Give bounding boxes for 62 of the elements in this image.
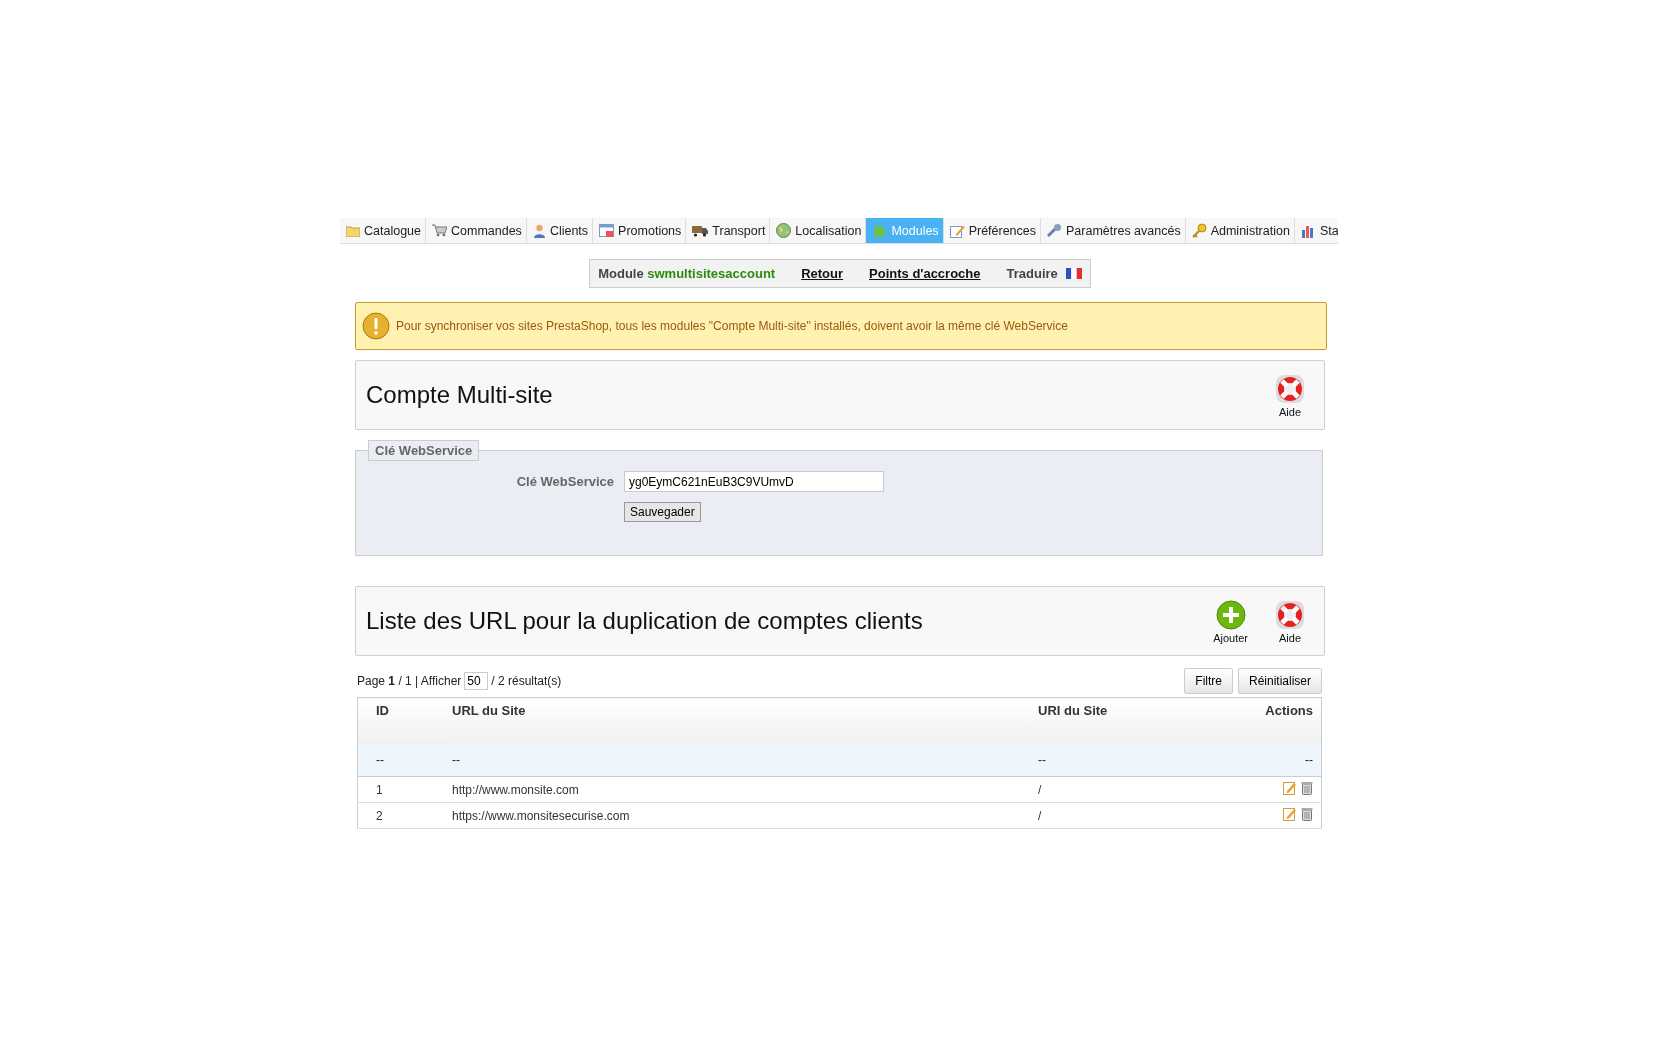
key-icon	[1191, 223, 1207, 238]
help-button[interactable]: Aide	[1270, 372, 1310, 418]
column-header: Actions	[1196, 697, 1322, 744]
nav-tab[interactable]: Commandes	[426, 218, 527, 243]
filter-cell: --	[1030, 744, 1197, 777]
plus-icon	[1214, 598, 1247, 631]
panel-title: Liste des URL pour la duplication de comptes clients	[366, 607, 924, 635]
trash-icon[interactable]	[1301, 807, 1313, 821]
table-cell: https://www.monsitesecurise.com	[444, 802, 1030, 829]
notepad-icon	[949, 223, 965, 238]
per-page-field[interactable]: 50	[464, 672, 489, 690]
table-cell: /	[1030, 802, 1197, 829]
warning-icon	[362, 312, 390, 340]
filter-cell: --	[1196, 744, 1322, 777]
cart-icon	[432, 224, 447, 237]
globe-icon	[776, 223, 792, 238]
add-button[interactable]: Ajouter	[1209, 598, 1252, 644]
column-header: URL du Site	[444, 697, 1030, 744]
bar-chart-icon	[1300, 223, 1316, 238]
folder-icon	[346, 224, 360, 237]
lifebuoy-icon	[1274, 372, 1306, 405]
filter-button[interactable]: Filtre	[1184, 668, 1233, 694]
input-field[interactable]: yg0EymC621nEuB3C9VUmvD	[624, 471, 884, 492]
table-cell: 2	[357, 802, 444, 829]
page-info: Page 1 / 1 | Afficher	[357, 674, 462, 688]
column-header: ID	[357, 697, 444, 744]
nav-tab[interactable]: Préférences	[943, 218, 1042, 243]
nav-tab[interactable]: Administration	[1185, 218, 1295, 243]
column-header: URI du Site	[1030, 697, 1197, 744]
module-link[interactable]: Points d'accroche	[869, 266, 981, 281]
help-button[interactable]: Aide	[1270, 598, 1310, 644]
wrench-icon	[1047, 223, 1063, 238]
filter-cell: --	[444, 744, 1030, 777]
trash-icon[interactable]	[1301, 781, 1313, 795]
nav-tab[interactable]: Paramètres avancés	[1041, 218, 1186, 243]
alert-text: Pour synchroniser vos sites PrestaShop, tous les modules "Compte Multi-site" installés, doivent avoir la même clé WebService	[396, 319, 1068, 333]
table-cell: http://www.monsite.com	[444, 776, 1030, 803]
panel-title: Compte Multi-site	[366, 381, 554, 409]
nav-tab[interactable]: Promotions	[593, 218, 687, 243]
calendar-icon	[599, 223, 615, 238]
table-cell: 1	[357, 776, 444, 803]
flag-icon[interactable]	[1065, 268, 1082, 279]
nav-tab[interactable]: Catalogue	[340, 218, 426, 243]
edit-icon[interactable]	[1283, 807, 1297, 821]
module-link[interactable]: Retour	[801, 266, 844, 281]
result-count: / 2 résultat(s)	[491, 674, 562, 688]
module-name: Module swmultisitesaccount	[598, 266, 776, 281]
nav-tab[interactable]: Clients	[526, 218, 594, 243]
nav-tab[interactable]: Sta	[1294, 218, 1338, 243]
truck-icon	[692, 224, 709, 237]
translate-label: Traduire	[1006, 266, 1058, 281]
lifebuoy-icon	[1274, 598, 1306, 631]
filter-cell: --	[357, 744, 444, 777]
nav-tab[interactable]: Transport	[686, 218, 771, 243]
edit-icon[interactable]	[1283, 781, 1297, 795]
table-cell: /	[1030, 776, 1197, 803]
field-label: Clé WebService	[515, 474, 614, 489]
person-icon	[532, 223, 546, 238]
save-button[interactable]: Sauvegader	[624, 502, 701, 522]
puzzle-icon	[872, 223, 888, 238]
filter-button[interactable]: Réinitialiser	[1237, 668, 1322, 694]
fieldset-legend: Clé WebService	[368, 440, 480, 461]
